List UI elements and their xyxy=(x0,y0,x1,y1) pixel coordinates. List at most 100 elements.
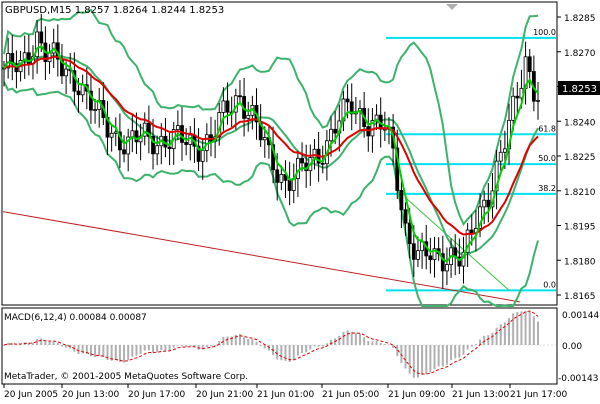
time-tick-label: 21 Jun 09:00 xyxy=(388,390,445,400)
macd-bar xyxy=(56,342,59,345)
macd-bar xyxy=(31,342,34,345)
candle-body xyxy=(167,146,172,149)
macd-bar xyxy=(537,321,539,345)
fibo-level-label: 100.0 xyxy=(533,28,556,37)
macd-bar xyxy=(458,345,461,358)
macd-bar xyxy=(338,336,341,345)
macd-bar xyxy=(462,345,465,355)
macd-bar xyxy=(305,345,308,353)
candle-body xyxy=(93,109,97,111)
macd-bar xyxy=(512,313,515,345)
macd-bar xyxy=(433,345,436,369)
macd-bar xyxy=(350,331,353,345)
candle-body xyxy=(296,157,300,180)
candle-body xyxy=(445,264,449,272)
macd-bar xyxy=(450,345,453,361)
price-tick-label: 1.8195 xyxy=(564,223,596,233)
candle-body xyxy=(76,90,81,96)
candle-body xyxy=(428,255,433,261)
macd-bar xyxy=(470,345,473,347)
chart-title: GBPUSD,M15 1.8257 1.8264 1.8244 1.8253 xyxy=(5,5,224,16)
macd-bar xyxy=(325,343,328,345)
time-tick-label: 21 Jun 17:00 xyxy=(510,390,567,400)
macd-bar xyxy=(313,345,316,347)
macd-bar xyxy=(371,341,374,345)
candle-body xyxy=(246,114,251,119)
macd-bar xyxy=(247,339,250,345)
macd-bar xyxy=(524,311,527,345)
candle-body xyxy=(238,95,242,98)
candle-body xyxy=(287,179,292,191)
macd-bar xyxy=(346,330,349,345)
macd-bar xyxy=(383,344,386,345)
price-tick-label: 1.8165 xyxy=(564,292,596,302)
macd-tick-high: 0.00144 xyxy=(562,311,599,321)
macd-bar xyxy=(429,345,432,373)
macd-bar xyxy=(441,345,444,367)
candle-body xyxy=(482,199,487,208)
candle-body xyxy=(382,128,387,131)
macd-bar xyxy=(503,322,506,345)
macd-bar xyxy=(508,318,511,345)
macd-bar xyxy=(437,345,440,367)
candle-body xyxy=(155,145,160,155)
time-tick-label: 20 Jun 21:00 xyxy=(196,390,253,400)
candle-body xyxy=(469,229,474,234)
macd-bar xyxy=(387,344,390,346)
macd-bar xyxy=(363,337,366,345)
candle-body xyxy=(536,99,540,102)
macd-bar xyxy=(317,345,320,347)
macd-bar xyxy=(487,335,490,345)
candle-body xyxy=(407,222,412,245)
macd-bar xyxy=(44,341,47,345)
macd-bar xyxy=(114,345,117,361)
macd-bar xyxy=(152,345,155,353)
candle-body xyxy=(221,100,226,113)
macd-bar xyxy=(392,345,395,348)
macd-bar xyxy=(259,345,262,347)
macd-bar xyxy=(367,341,370,345)
macd-bar xyxy=(375,340,378,345)
candle-body xyxy=(122,149,126,155)
macd-bar xyxy=(15,344,18,346)
candle-body xyxy=(175,125,180,130)
candle-body xyxy=(399,190,404,211)
candle-body xyxy=(80,84,85,96)
macd-bar xyxy=(214,345,217,346)
macd-tick-low: -0.00143 xyxy=(558,374,598,384)
candle-body xyxy=(275,169,280,183)
macd-bar xyxy=(60,345,63,347)
candle-body xyxy=(279,174,284,183)
macd-bar xyxy=(309,345,312,350)
macd-bar xyxy=(445,345,448,365)
candle-body xyxy=(184,141,189,145)
candle-body xyxy=(300,157,304,164)
macd-bar xyxy=(7,342,10,345)
macd-bar xyxy=(495,327,498,345)
candle-body xyxy=(109,132,114,138)
time-tick-label: 21 Jun 13:00 xyxy=(452,390,509,400)
macd-bar xyxy=(491,332,494,345)
macd-bar xyxy=(48,341,51,345)
macd-bar xyxy=(118,345,121,362)
macd-tick-zero: 0.00 xyxy=(562,342,582,352)
macd-bar xyxy=(354,332,357,345)
macd-bar xyxy=(425,345,428,374)
macd-bar xyxy=(321,345,324,347)
fibo-level-label: 50.0 xyxy=(538,154,556,163)
price-tick-label: 1.8210 xyxy=(564,188,596,198)
macd-bar xyxy=(421,345,424,375)
macd-bar xyxy=(164,345,167,351)
macd-bar xyxy=(454,345,457,359)
candle-body xyxy=(515,95,520,99)
macd-bar xyxy=(276,345,279,360)
candle-body xyxy=(64,68,68,77)
chart-canvas[interactable]: 127.2100.061.850.038.20.0 1.82851.82701.… xyxy=(0,0,600,400)
macd-bar xyxy=(483,335,486,345)
time-tick-label: 20 Jun 17:00 xyxy=(128,390,185,400)
candle-body xyxy=(320,162,325,165)
macd-bar xyxy=(296,345,299,356)
candle-body xyxy=(200,150,205,162)
macd-bar xyxy=(143,345,146,351)
price-tick-label: 1.8240 xyxy=(564,118,596,128)
